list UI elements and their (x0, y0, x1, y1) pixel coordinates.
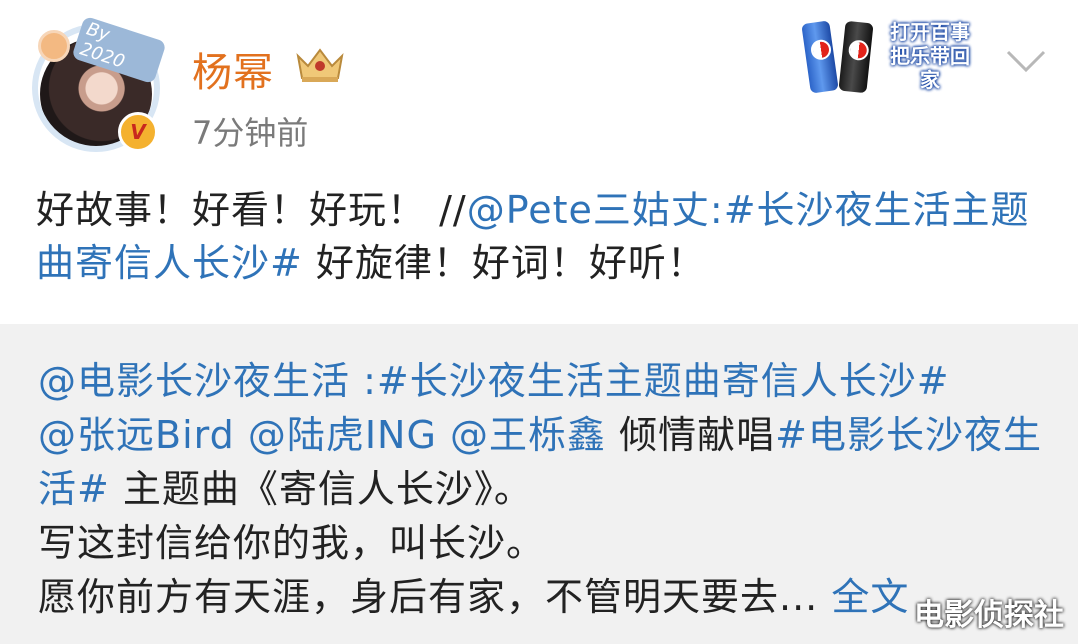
mention-link[interactable]: @电影长沙夜生活 (38, 359, 350, 403)
post-text-suffix: 好旋律！好词！好听！ (302, 241, 706, 285)
verified-icon: V (118, 112, 158, 152)
ad-banner[interactable]: 打开百事 把乐带回家 (798, 8, 983, 96)
can-black-icon (838, 20, 874, 94)
repost-letter-line: 写这封信给你的我，叫长沙。 (38, 521, 546, 565)
mention-link[interactable]: @张远Bird (38, 413, 235, 457)
post-text: 好故事！好看！好玩！ //@Pete三姑丈:#长沙夜生活主题曲寄信人长沙# 好旋… (36, 184, 1046, 290)
repost-wish-line: 愿你前方有天涯，身后有家，不管明天要去... (38, 575, 819, 619)
flower-icon (38, 30, 70, 62)
repost-sing-text: 倾情献唱 (606, 413, 776, 457)
topic-link[interactable]: #长沙夜生活主题曲寄信人长沙# (377, 359, 950, 403)
post-text-prefix: 好故事！好看！好玩！ // (36, 188, 467, 232)
ad-text: 打开百事 把乐带回家 (890, 20, 970, 92)
expand-full-text-link[interactable]: 全文 (831, 575, 909, 619)
mention-link[interactable]: @王栎鑫 (450, 413, 606, 457)
repost-text: @电影长沙夜生活 :#长沙夜生活主题曲寄信人长沙# @张远Bird @陆虎ING … (38, 354, 1048, 624)
post-header: By 2020 V 杨幂 7分钟前 打开百事 把乐带回家 (0, 0, 1078, 160)
repost-theme-text: 主题曲《寄信人长沙》。 (109, 467, 533, 511)
repost-colon: : (350, 359, 377, 403)
avatar[interactable]: By 2020 V (32, 15, 167, 154)
post-colon: : (709, 188, 724, 232)
mention-link[interactable]: @Pete三姑丈 (467, 188, 710, 232)
watermark: 电影侦探社 (914, 598, 1064, 633)
chevron-down-icon[interactable] (1004, 46, 1048, 76)
post-time: 7分钟前 (192, 114, 309, 152)
crown-icon[interactable] (294, 44, 346, 84)
can-blue-icon (801, 20, 839, 94)
user-name[interactable]: 杨幂 (192, 40, 274, 98)
mention-link[interactable]: @陆虎ING (248, 413, 437, 457)
